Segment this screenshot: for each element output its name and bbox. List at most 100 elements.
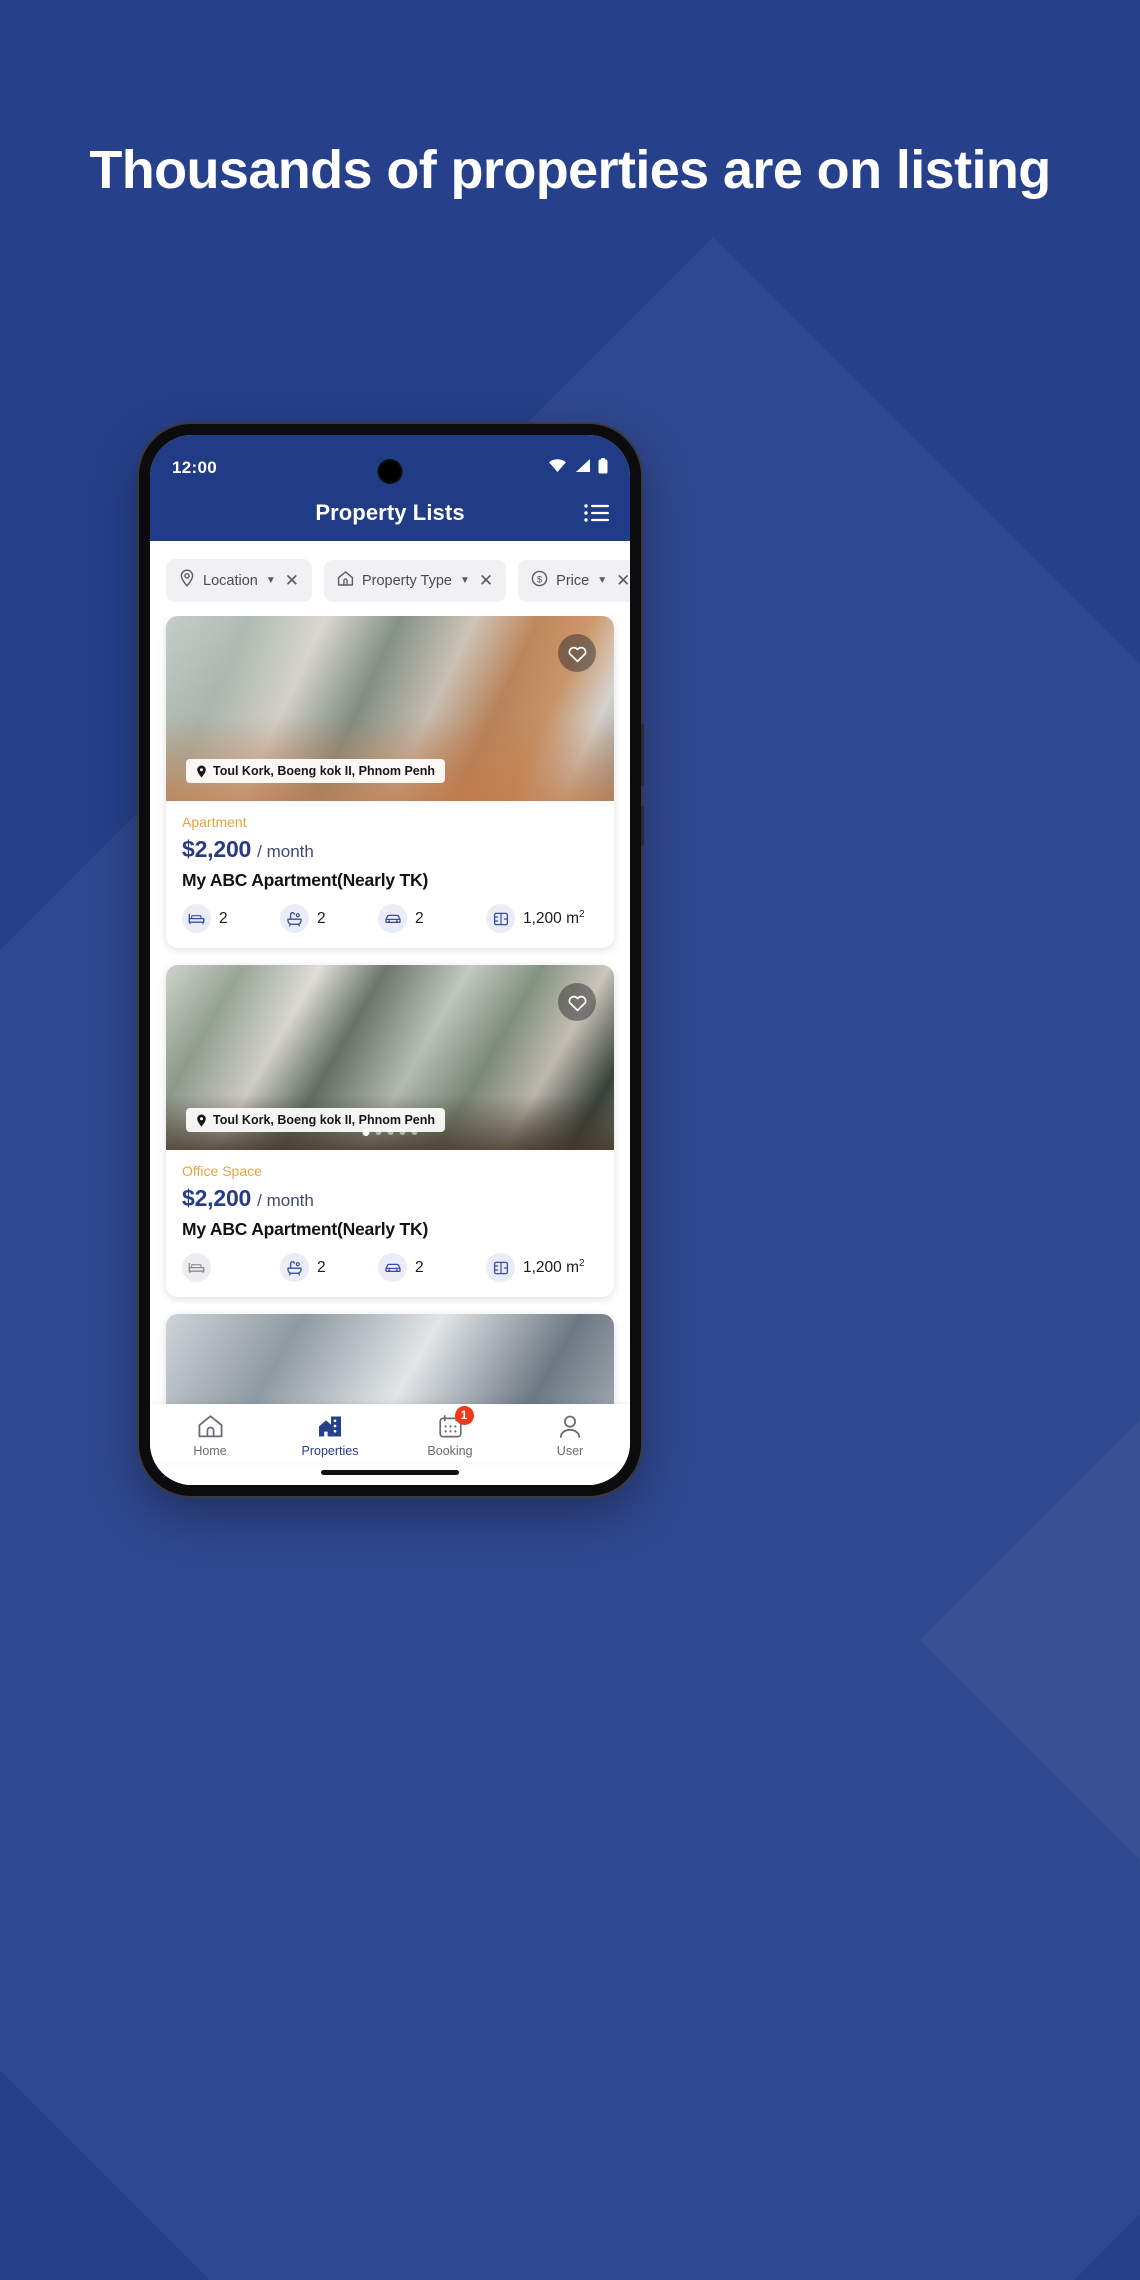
home-indicator-bar [321, 1470, 459, 1475]
car-icon [378, 904, 407, 933]
amenity-value: 2 [219, 909, 228, 927]
wifi-icon [548, 458, 567, 478]
property-price: $2,200 [182, 836, 252, 862]
property-details: Apartment $2,200 / month My ABC Apartmen… [166, 801, 614, 948]
property-photo-image [166, 1314, 614, 1404]
property-card[interactable] [166, 1314, 614, 1404]
map-pin-filled-icon [197, 765, 206, 777]
nav-item-user[interactable]: User [510, 1414, 630, 1458]
bottom-navigation[interactable]: Home Properties 1 Booking User [150, 1404, 630, 1462]
home-indicator[interactable] [150, 1462, 630, 1485]
phone-side-button-power [641, 806, 644, 846]
property-card[interactable]: Toul Kork, Boeng kok II, Phnom Penh Apar… [166, 616, 614, 948]
property-category: Office Space [182, 1163, 262, 1179]
battery-icon [598, 457, 608, 479]
home-icon [337, 570, 354, 592]
property-title: My ABC Apartment(Nearly TK) [182, 1219, 429, 1239]
filter-chip-label: Property Type [361, 572, 452, 589]
svg-text:$: $ [537, 573, 543, 584]
property-photo[interactable] [166, 1314, 614, 1404]
floor-plan-icon [486, 904, 515, 933]
dollar-circle-icon: $ [531, 570, 548, 592]
property-photo[interactable]: Toul Kork, Boeng kok II, Phnom Penh [166, 965, 614, 1150]
phone-screen: 12:00 Property Lists Location ▼ ✕ Proper… [150, 435, 630, 1485]
page-headline: Thousands of properties are on listing [89, 140, 1051, 200]
carousel-dot[interactable] [387, 1129, 394, 1135]
filter-chip-row[interactable]: Location ▼ ✕ Property Type ▼ ✕ $ Price ▼… [150, 541, 630, 616]
heart-icon [568, 995, 586, 1011]
amenity-bathrooms: 2 [280, 1253, 378, 1282]
amenity-area: 1,200 m2 [486, 1253, 585, 1282]
amenity-area: 1,200 m2 [486, 904, 585, 933]
filter-chip-price[interactable]: $ Price ▼ ✕ [518, 559, 630, 602]
amenity-parking: 2 [378, 1253, 486, 1282]
app-content: Location ▼ ✕ Property Type ▼ ✕ $ Price ▼… [150, 541, 630, 1485]
amenity-value: 1,200 m2 [523, 909, 585, 928]
amenity-area-number: 1,200 m [523, 1259, 580, 1277]
property-location-badge: Toul Kork, Boeng kok II, Phnom Penh [186, 759, 446, 783]
carousel-dot[interactable] [375, 1129, 382, 1135]
nav-label: Booking [427, 1444, 473, 1458]
carousel-dot[interactable] [399, 1129, 406, 1135]
home-icon [197, 1414, 224, 1439]
property-photo[interactable]: Toul Kork, Boeng kok II, Phnom Penh [166, 616, 614, 801]
bath-icon [280, 1253, 309, 1282]
amenity-area-unit: 2 [579, 908, 585, 920]
amenity-value: 1,200 m2 [523, 1258, 585, 1277]
chevron-down-icon[interactable]: ▼ [266, 575, 276, 586]
nav-item-booking[interactable]: 1 Booking [390, 1406, 510, 1458]
calendar-icon: 1 [438, 1406, 474, 1439]
nav-item-properties[interactable]: Properties [270, 1414, 390, 1458]
favorite-button[interactable] [558, 983, 596, 1021]
building-icon [317, 1414, 343, 1439]
chevron-down-icon[interactable]: ▼ [597, 575, 607, 586]
close-icon[interactable]: ✕ [479, 572, 493, 589]
map-pin-filled-icon [197, 1114, 206, 1126]
app-header: 12:00 Property Lists [150, 435, 630, 541]
car-icon [378, 1253, 407, 1282]
amenity-bedrooms [182, 1253, 280, 1282]
property-list[interactable]: Toul Kork, Boeng kok II, Phnom Penh Apar… [150, 616, 630, 1404]
list-menu-icon[interactable] [584, 503, 610, 523]
close-icon[interactable]: ✕ [285, 572, 299, 589]
carousel-dots[interactable] [362, 1129, 418, 1136]
status-bar-time: 12:00 [172, 458, 217, 477]
bed-icon [182, 1253, 211, 1282]
property-card[interactable]: Toul Kork, Boeng kok II, Phnom Penh Offi… [166, 965, 614, 1297]
nav-label: Properties [301, 1444, 359, 1458]
app-title-bar: Property Lists [150, 485, 630, 541]
bath-icon [280, 904, 309, 933]
chevron-down-icon[interactable]: ▼ [460, 575, 470, 586]
amenity-area-number: 1,200 m [523, 910, 580, 928]
property-location-text: Toul Kork, Boeng kok II, Phnom Penh [213, 764, 436, 778]
nav-item-home[interactable]: Home [150, 1414, 270, 1458]
property-amenities: 2 [182, 1253, 598, 1282]
nav-badge-count: 1 [454, 1406, 474, 1425]
phone-mockup: 12:00 Property Lists Location ▼ ✕ Proper… [139, 424, 644, 1496]
property-price-row: $2,200 / month [182, 836, 598, 863]
phone-side-button-volume [641, 724, 644, 786]
property-price: $2,200 [182, 1185, 252, 1211]
property-details: Office Space $2,200 / month My ABC Apart… [166, 1150, 614, 1297]
amenity-parking: 2 [378, 904, 486, 933]
property-location-text: Toul Kork, Boeng kok II, Phnom Penh [213, 1113, 436, 1127]
floor-plan-icon [486, 1253, 515, 1282]
property-title: My ABC Apartment(Nearly TK) [182, 870, 429, 890]
amenity-value: 2 [317, 1258, 326, 1276]
property-price-period: / month [257, 1191, 314, 1210]
map-pin-icon [179, 569, 195, 592]
filter-chip-property-type[interactable]: Property Type ▼ ✕ [323, 559, 507, 602]
carousel-dot[interactable] [411, 1129, 418, 1135]
close-icon[interactable]: ✕ [616, 572, 630, 589]
amenity-value: 2 [415, 1258, 424, 1276]
amenity-value: 2 [415, 909, 424, 927]
filter-chip-label: Location [203, 572, 258, 589]
carousel-dot[interactable] [362, 1129, 370, 1136]
nav-label: Home [193, 1444, 227, 1458]
filter-chip-location[interactable]: Location ▼ ✕ [166, 559, 312, 602]
filter-chip-label: Price [556, 572, 590, 589]
bed-icon [182, 904, 211, 933]
status-bar-icons [548, 457, 608, 479]
signal-icon [574, 458, 591, 478]
favorite-button[interactable] [558, 634, 596, 672]
